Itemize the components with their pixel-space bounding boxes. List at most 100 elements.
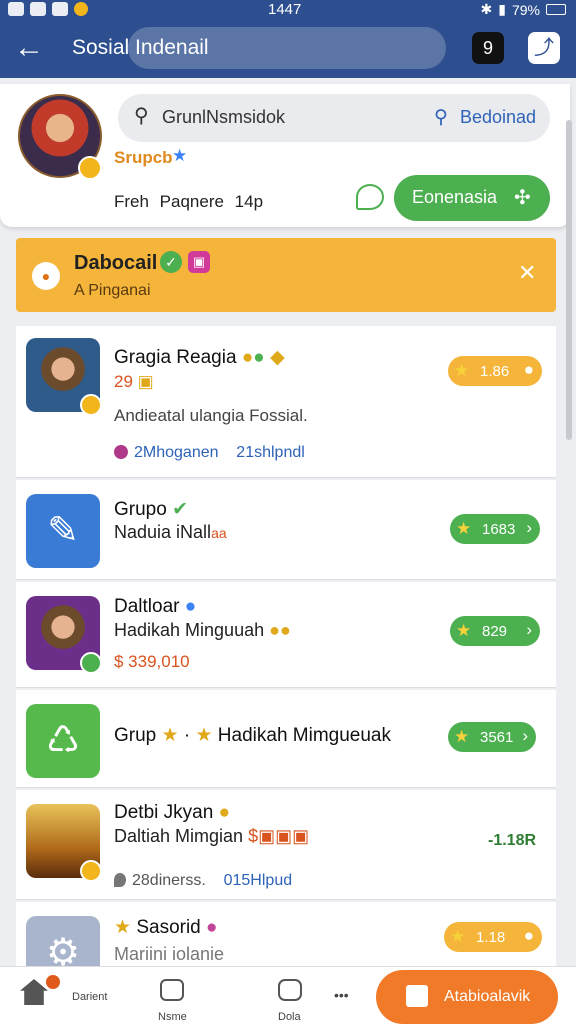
smile-emoji-icon: ● (241, 347, 254, 368)
join-button[interactable]: Eonenasia ✣ (394, 175, 550, 221)
gift-icon: ▣ (188, 251, 210, 273)
search-input-value: GrunlNsmsidok (162, 107, 286, 127)
chevron-right-icon: › (526, 620, 532, 639)
search-action-label[interactable]: Bedoinad (460, 107, 536, 128)
row-price: $ 339,010 (114, 652, 190, 671)
megaphone-icon: ✎ (47, 510, 79, 552)
chevron-right-icon: › (526, 518, 532, 537)
back-arrow-icon[interactable]: ← (14, 32, 48, 66)
coin-badge-icon (78, 156, 102, 180)
row-description: Andieatal ulangia Fossial. (114, 406, 308, 425)
list-item[interactable]: ♺ Grup ★ · ★ Hadikah Mimgueuak ★ 3561 › (16, 690, 556, 788)
star-icon: ★ (114, 917, 132, 938)
coin-icon: ● (218, 802, 231, 823)
close-icon[interactable]: ✕ (518, 260, 536, 286)
row-title: Gragia Reagia ●● ◆ (114, 347, 285, 368)
notification-icon (74, 2, 88, 16)
row-title: Detbi Jkyan ● (114, 802, 231, 823)
list-item[interactable]: ⚙ ★ Sasorid ● Mariini iolanie ★ 1.18 ● (16, 902, 556, 990)
nav-item-home[interactable]: Darient (20, 967, 120, 1024)
share-nodes-icon: ✣ (514, 187, 531, 209)
profile-name: Srupcb (114, 148, 173, 167)
app-bar: ← Sosial Indenail 9 ⤴ (0, 20, 576, 78)
list-item[interactable]: ✎ Grupo ✔ Naduia iNallaa ★ 1683 › (16, 480, 556, 580)
horn-emoji-icon: ◆ (270, 347, 285, 368)
search-icon: ⚲ (134, 105, 149, 127)
star-icon: ★ (454, 361, 470, 380)
notification-icon (52, 2, 68, 16)
check-icon: ✔ (172, 499, 189, 520)
more-icon[interactable]: ••• (334, 987, 358, 1024)
scrollbar[interactable] (566, 120, 572, 440)
online-badge-icon (80, 652, 102, 674)
notification-icon (30, 2, 46, 16)
points-pill[interactable]: ★ 829 › (450, 616, 540, 646)
list-item[interactable]: Daltloar ● Hadikah Minguuah ●● $ 339,010… (16, 582, 556, 688)
status-bar: 1447 ✱ ▮ 79% (0, 0, 576, 20)
create-group-label: Atabioalavik (444, 988, 531, 1005)
recycle-icon: ♺ (45, 720, 81, 762)
group-thumbnail: ✎ (26, 494, 100, 568)
group-thumbnail: ♺ (26, 704, 100, 778)
join-button-label: Eonenasia (412, 187, 498, 207)
star-icon: ★ (161, 725, 179, 746)
points-pill[interactable]: ★ 1683 › (450, 514, 540, 544)
alert-title: Dabocail (74, 252, 158, 274)
row-meta: 2Mhoganen 21shlpndl (114, 444, 305, 462)
alert-subtitle: A Pinganai (74, 282, 151, 299)
member-icon (114, 445, 128, 459)
search-icon: ⚲ (434, 107, 448, 128)
nav-item-box[interactable]: Dola (274, 967, 324, 1024)
battery-icon (546, 4, 566, 15)
alert-banner[interactable]: ● Dabocail ✓ ▣ A Pinganai ✕ (16, 238, 556, 312)
list-item[interactable]: Gragia Reagia ●● ◆ 29 ▣ Andieatal ulangi… (16, 326, 556, 478)
profile-stats: Freh Paqnere 14p (114, 192, 264, 211)
notification-icon (8, 2, 24, 16)
nav-item-chat[interactable]: Nsme (154, 967, 204, 1024)
row-subtitle: Hadikah Minguuah ●● (114, 620, 291, 640)
row-title: Grup ★ · ★ Hadikah Mimgueuak (114, 725, 391, 746)
chat-bubble-icon[interactable] (356, 184, 384, 210)
chat-icon (160, 979, 184, 1001)
nav-label: Dola (278, 1011, 301, 1023)
coin-icon: ● (523, 926, 534, 945)
battery-percent: 79% (511, 1, 540, 18)
row-subtitle: Naduia iNallaa (114, 522, 227, 542)
list-item[interactable]: Detbi Jkyan ● Daltiah Mimgian $▣▣▣ 28din… (16, 790, 556, 900)
share-icon[interactable]: ⤴ (528, 32, 560, 64)
row-title: Daltloar ● (114, 596, 197, 617)
document-icon (406, 985, 428, 1007)
create-group-button[interactable]: Atabioalavik (376, 970, 558, 1024)
music-icon: ● (206, 917, 218, 938)
row-meta: 28dinerss. 015Hlpud (114, 872, 292, 890)
star-icon: ★ (456, 519, 472, 538)
search-input[interactable]: ⚲ GrunlNsmsidok ⚲ Bedoinad (118, 94, 550, 142)
row-title: ★ Sasorid ● (114, 917, 218, 938)
coin-icon: ● (523, 360, 534, 379)
chevron-right-icon: › (522, 726, 528, 745)
row-subtitle: Mariini iolanie (114, 944, 225, 964)
coin-badge-icon (80, 860, 102, 882)
row-price: 29 ▣ (114, 372, 154, 391)
bluetooth-icon: ✱ (480, 1, 493, 17)
star-icon: ★ (195, 725, 213, 746)
row-title: Grupo ✔ (114, 499, 189, 520)
alert-coin-icon: ● (32, 262, 60, 290)
profile-card: ⚲ GrunlNsmsidok ⚲ Bedoinad Srupcb ★ Freh… (0, 84, 570, 227)
points-pill[interactable]: ★ 3561 › (448, 722, 536, 752)
profile-app-icon[interactable]: 9 (472, 32, 504, 64)
star-icon: ★ (456, 621, 472, 640)
notification-badge (46, 975, 60, 989)
verified-star-icon: ★ (172, 146, 188, 165)
signal-icon: ▮ (498, 1, 506, 17)
points-pill[interactable]: ★ 1.18 ● (444, 922, 542, 952)
coin-badge-icon (80, 394, 102, 416)
nav-label: Nsme (158, 1011, 187, 1023)
status-time: 1447 (268, 1, 302, 18)
row-subtitle: Daltiah Mimgian $▣▣▣ (114, 826, 310, 846)
page-title: Sosial Indenail (72, 36, 209, 59)
star-icon: ★ (454, 727, 470, 746)
points-pill[interactable]: ★ 1.86 ● (448, 356, 542, 386)
leaf-emoji-icon: ● (253, 347, 265, 368)
row-value: -1.18R (488, 832, 537, 849)
